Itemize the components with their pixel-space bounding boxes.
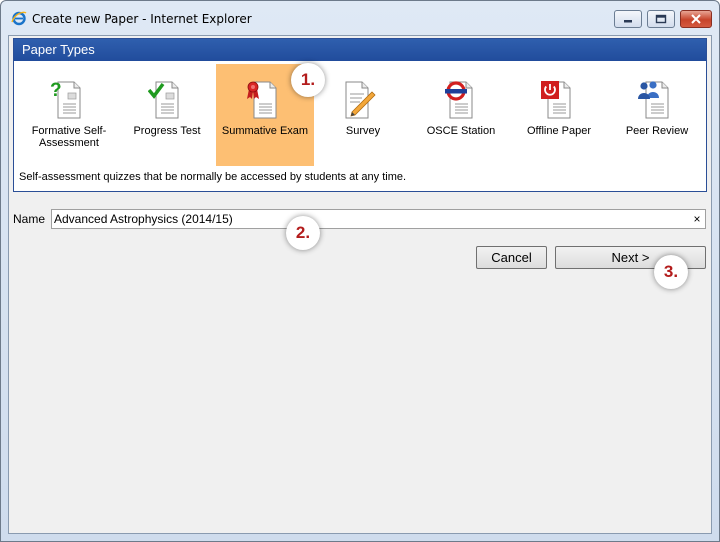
paper-type-progress-test[interactable]: Progress Test [118, 64, 216, 166]
paper-type-offline-paper[interactable]: Offline Paper [510, 64, 608, 166]
name-label: Name [13, 212, 46, 226]
panel-header: Paper Types [14, 39, 706, 61]
paper-type-formative[interactable]: ? Formative Self-Assessment [20, 64, 118, 166]
cancel-button[interactable]: Cancel [476, 246, 547, 269]
paper-type-peer-review[interactable]: Peer Review [608, 64, 706, 166]
minimize-icon [615, 11, 641, 27]
paper-type-label: OSCE Station [426, 125, 496, 137]
dialog-content: Paper Types ? Formative Self-Assessment [8, 35, 712, 534]
question-doc-icon: ? [50, 80, 81, 119]
title-bar[interactable]: Create new Paper - Internet Explorer [1, 1, 719, 35]
clear-input-icon[interactable]: × [690, 211, 704, 227]
browser-window: Create new Paper - Internet Explorer Pap… [0, 0, 720, 542]
pencil-doc-icon [345, 81, 376, 119]
window-title: Create new Paper - Internet Explorer [32, 12, 252, 26]
power-doc-icon [541, 81, 571, 119]
step-marker-2: 2. [286, 216, 320, 250]
paper-type-osce-station[interactable]: OSCE Station [412, 64, 510, 166]
paper-type-label: Progress Test [133, 125, 201, 137]
people-doc-icon [638, 81, 669, 119]
paper-type-description: Self-assessment quizzes that be normally… [19, 171, 407, 183]
paper-types-panel: Paper Types ? Formative Self-Assessment [13, 38, 707, 192]
paper-type-label: Formative Self-Assessment [31, 125, 107, 149]
checkmark-doc-icon [148, 81, 179, 119]
paper-type-survey[interactable]: Survey [314, 64, 412, 166]
name-input[interactable] [51, 209, 706, 229]
paper-type-label: Offline Paper [526, 125, 591, 137]
rosette-doc-icon [247, 81, 277, 119]
roundel-doc-icon [445, 81, 473, 119]
paper-type-label: Survey [345, 125, 381, 137]
minimize-button[interactable] [614, 10, 642, 28]
svg-text:?: ? [50, 80, 62, 101]
maximize-icon [648, 11, 674, 27]
paper-type-label: Peer Review [625, 125, 689, 137]
internet-explorer-icon [11, 11, 27, 26]
paper-type-label: Summative Exam [221, 125, 309, 137]
step-marker-1: 1. [291, 63, 325, 97]
close-window-button[interactable] [680, 10, 712, 28]
step-marker-3: 3. [654, 255, 688, 289]
close-icon [681, 11, 711, 27]
maximize-button[interactable] [647, 10, 675, 28]
